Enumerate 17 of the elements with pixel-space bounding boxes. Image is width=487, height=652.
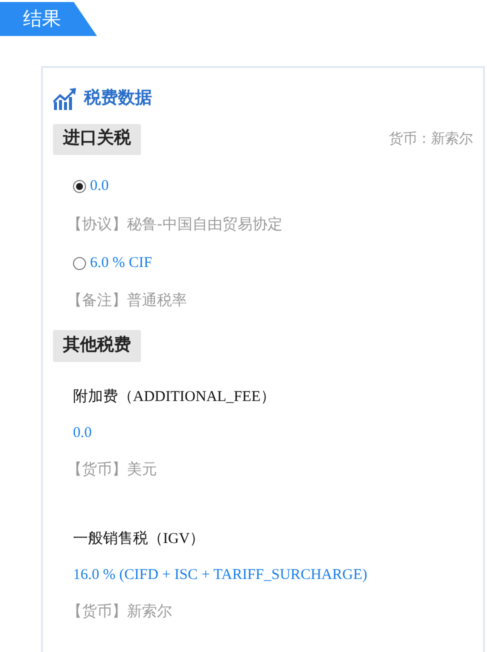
option-note: 【协议】秘鲁-中国自由贸易协定 — [67, 214, 284, 234]
currency-label: 货币：新索尔 — [389, 130, 473, 148]
fee-name: 一般销售税（IGV） — [73, 530, 206, 548]
radio-button[interactable] — [73, 256, 86, 270]
chart-trend-icon — [53, 88, 76, 110]
option-note: 【备注】普通税率 — [67, 290, 188, 311]
radio-button[interactable] — [73, 180, 86, 193]
card-title: 税费数据 — [84, 87, 152, 110]
fee-value: 16.0 % (CIFD + ISC + TARIFF_SURCHARGE) — [73, 566, 368, 584]
fee-note: 【货币】美元 — [67, 458, 158, 480]
section-heading: 进口关税 — [53, 124, 141, 154]
fee-note: 【货币】新索尔 — [67, 600, 173, 622]
fee-name: 附加费（ADDITIONAL_FEE） — [73, 388, 276, 406]
fee-value: 0.0 — [73, 424, 93, 442]
rate-option[interactable]: 0.0 — [73, 176, 109, 196]
section-heading: 其他税费 — [53, 330, 141, 362]
rate-option[interactable]: 6.0 % CIF — [73, 253, 152, 273]
